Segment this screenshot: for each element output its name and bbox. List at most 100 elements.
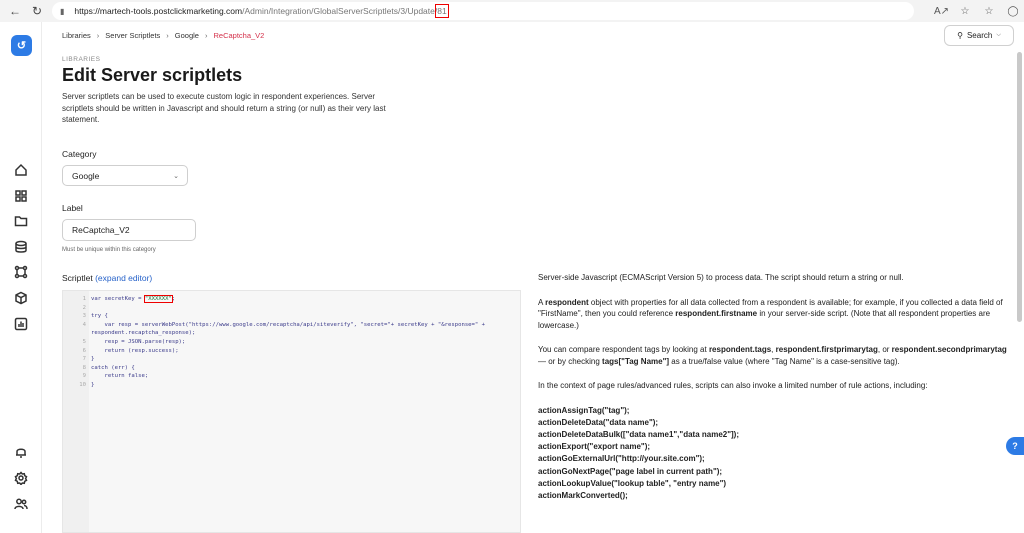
chevron-right-icon: › (96, 31, 100, 40)
code-segment: return (resp.success); (91, 347, 179, 354)
code-text: } (91, 355, 94, 364)
help-button[interactable]: ? (1006, 437, 1024, 455)
code-line: 6 return (resp.success); (63, 347, 522, 356)
breadcrumb-google[interactable]: Google (175, 31, 199, 40)
grid-icon[interactable] (14, 189, 28, 203)
search-button[interactable]: ⚲ Search ⌵ (944, 25, 1014, 46)
line-number: 8 (82, 364, 86, 371)
search-icon: ⚲ (957, 31, 963, 40)
line-number: 9 (82, 373, 86, 380)
code-segment: try { (91, 313, 108, 320)
read-aloud-icon[interactable]: A↗ (934, 6, 949, 17)
home-icon[interactable] (14, 163, 28, 177)
code-text: return (resp.success); (91, 347, 179, 356)
help-actions-intro: In the context of page rules/advanced ru… (538, 381, 928, 390)
code-segment: ; (171, 296, 176, 302)
folder-icon[interactable] (14, 214, 28, 228)
category-select[interactable]: Google ⌄ (62, 165, 188, 186)
bell-icon[interactable] (14, 445, 28, 459)
profile-icon[interactable]: ◯ (1006, 6, 1020, 17)
help-keyword: respondent (545, 297, 589, 307)
users-icon[interactable] (14, 497, 28, 511)
code-segment: respondent.recaptcha_response); (91, 330, 196, 337)
action-item: actionLookupValue("lookup table", "entry… (538, 478, 727, 488)
help-tags: You can compare respondent tags by looki… (538, 344, 1008, 367)
action-item: actionGoExternalUrl("http://your.site.co… (538, 454, 705, 464)
code-line: respondent.recaptcha_response); (63, 329, 522, 338)
code-line: 8 catch (err) { (63, 364, 522, 373)
integration-icon[interactable] (14, 265, 28, 279)
line-number: 6 (82, 347, 86, 354)
back-icon[interactable]: ← (4, 0, 26, 22)
help-keyword: tags["Tag Name"] (602, 356, 670, 366)
label-value: ReCaptcha_V2 (72, 225, 130, 235)
help-text: You can compare respondent tags by looki… (538, 345, 709, 354)
code-line: 10} (63, 381, 522, 390)
line-number: 4 (82, 321, 86, 328)
reload-icon[interactable]: ↻ (26, 0, 48, 22)
help-keyword: respondent.secondprimarytag (891, 345, 1007, 354)
line-number: 1 (82, 296, 86, 302)
chevron-right-icon: › (204, 31, 208, 40)
database-icon[interactable] (14, 240, 28, 254)
favorite-icon[interactable]: ☆ (958, 6, 972, 17)
expand-editor-link[interactable]: (expand editor) (95, 273, 152, 283)
code-line: 4 var resp = serverWebPost("https://www.… (63, 321, 522, 330)
secret-key-value: "XXXXXX" (143, 295, 173, 303)
url-host: https://martech-tools.postclickmarketing… (74, 6, 243, 16)
line-number: 5 (82, 339, 86, 345)
code-segment: } (91, 356, 95, 363)
logo-icon[interactable]: ↺ (11, 35, 32, 56)
category-label: Category (62, 149, 97, 159)
chevron-down-icon: ⌵ (996, 32, 1001, 38)
address-bar[interactable]: ▮ https://martech-tools.postclickmarketi… (52, 2, 914, 20)
breadcrumb-server-scriptlets[interactable]: Server Scriptlets (105, 31, 160, 40)
lock-icon: ▮ (60, 6, 65, 16)
breadcrumb: Libraries › Server Scriptlets › Google ›… (62, 31, 264, 40)
action-item: actionDeleteDataBulk(["data name1","data… (538, 429, 739, 439)
favorites-bar-icon[interactable]: ☆ (982, 6, 996, 17)
category-value: Google (72, 170, 100, 181)
action-item: actionDeleteData("data name"); (538, 417, 659, 427)
code-text: catch (err) { (91, 364, 135, 373)
code-segment: resp = JSON.parse(resp); (91, 339, 186, 345)
url-path: /Admin/Integration/GlobalServerScriptlet… (242, 6, 438, 16)
settings-icon[interactable] (14, 471, 28, 485)
code-segment: var resp = serverWebPost("https://www.go… (91, 321, 486, 328)
action-item: actionExport("export name"); (538, 442, 651, 452)
breadcrumb-current: ReCaptcha_V2 (213, 31, 265, 40)
page-eyebrow: LIBRARIES (62, 56, 101, 63)
code-text: var resp = serverWebPost("https://www.go… (91, 321, 485, 330)
sidebar: ↺ (0, 22, 42, 533)
action-item: actionGoNextPage("page label in current … (538, 466, 723, 476)
cube-icon[interactable] (14, 291, 28, 305)
help-panel: Server-side Javascript (ECMAScript Versi… (538, 272, 1008, 502)
code-segment: } (91, 382, 95, 388)
help-actions-list: actionAssignTag("tag"); actionDeleteData… (538, 405, 1008, 503)
code-editor[interactable]: 1 var secretKey = "XXXXXX"; 2 3 try {4 var r… (62, 290, 521, 533)
page-scrollbar[interactable] (1017, 52, 1022, 322)
code-line: 1 var secretKey = "XXXXXX"; (63, 295, 522, 304)
code-segment: var secretKey = (91, 296, 145, 302)
code-text: var secretKey = "XXXXXX"; (91, 295, 175, 304)
help-keyword: respondent.tags (708, 345, 772, 354)
browser-actions: A↗ ☆ ☆ ◯ (934, 0, 1020, 22)
breadcrumb-libraries[interactable]: Libraries (62, 31, 91, 40)
help-keyword: respondent.firstprimarytag (775, 345, 878, 354)
browser-toolbar: ← ↻ ▮ https://martech-tools.postclickmar… (0, 0, 1024, 22)
label-input[interactable]: ReCaptcha_V2 (62, 219, 196, 241)
code-line: 5 resp = JSON.parse(resp); (63, 338, 522, 347)
line-number: 10 (79, 382, 86, 388)
code-text: } (91, 381, 94, 390)
code-text: resp = JSON.parse(resp); (91, 338, 185, 347)
action-item: actionAssignTag("tag"); (538, 405, 630, 415)
chevron-right-icon: › (166, 31, 169, 40)
action-item: actionMarkConverted(); (538, 490, 628, 500)
chart-icon[interactable] (14, 317, 28, 331)
code-text: respondent.recaptcha_response); (91, 329, 195, 338)
code-line: 7} (63, 355, 522, 364)
help-text: — or by checking (538, 356, 603, 366)
url-id: 81 (435, 4, 449, 18)
label-label: Label (62, 203, 83, 213)
line-number: 2 (82, 304, 86, 311)
